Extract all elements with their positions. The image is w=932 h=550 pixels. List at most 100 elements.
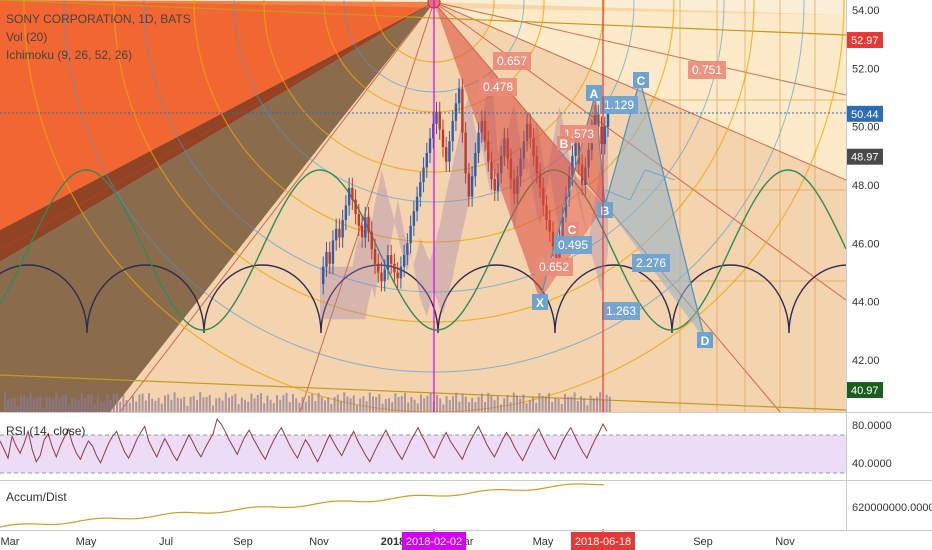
candle-body	[347, 187, 351, 206]
volume-bar	[580, 396, 582, 412]
volume-bar	[196, 399, 198, 412]
volume-bar	[311, 393, 314, 412]
volume-bar	[535, 402, 538, 412]
volume-bar	[36, 397, 38, 412]
volume-bar	[276, 395, 278, 412]
volume-legend[interactable]: Vol (20)	[6, 30, 47, 44]
volume-bar	[55, 392, 58, 412]
candle-body	[606, 113, 610, 127]
fib-label-1129: 1.129	[604, 98, 634, 112]
volume-bar	[77, 399, 80, 412]
volume-bar	[205, 396, 208, 412]
volume-bar	[352, 395, 355, 412]
volume-bar	[573, 392, 576, 412]
ichimoku-legend[interactable]: Ichimoku (9, 26, 52, 26)	[6, 48, 132, 62]
candle-body	[409, 225, 412, 244]
fib-label-0478: 0.478	[483, 80, 513, 94]
candle-body	[325, 252, 328, 267]
volume-bar	[68, 405, 70, 412]
candle-body	[354, 199, 357, 215]
candle-body	[415, 196, 419, 212]
price-tick: 48.00	[852, 180, 880, 192]
volume-bar	[557, 398, 560, 412]
candle-body	[322, 266, 325, 285]
volume-bar	[362, 396, 365, 412]
volume-bar	[455, 392, 458, 412]
volume-bar	[20, 395, 22, 412]
volume-bar	[528, 400, 531, 412]
volume-bar	[426, 395, 429, 412]
volume-bar	[333, 396, 336, 412]
volume-bar	[452, 396, 454, 412]
main-price-pane[interactable]: 0.657 0.751 0.478 1.129 1.573 0.495 0.65…	[0, 0, 906, 412]
accum-dist-legend[interactable]: Accum/Dist	[6, 490, 67, 504]
volume-bar	[407, 402, 410, 412]
volume-bar	[199, 392, 202, 412]
time-label: Sep	[233, 536, 253, 548]
volume-bar	[39, 396, 42, 412]
volume-bar	[45, 397, 48, 412]
candle-body	[402, 255, 406, 267]
volume-bar	[74, 399, 77, 412]
candle-body	[393, 263, 396, 273]
volume-bar	[90, 393, 93, 412]
candle-body	[331, 240, 335, 264]
volume-bar	[381, 403, 384, 412]
candle-body	[445, 147, 448, 162]
volume-bar	[461, 393, 464, 412]
volume-bar	[429, 392, 432, 412]
volume-bar	[416, 403, 419, 412]
candle-body	[470, 176, 474, 197]
volume-bar	[327, 397, 330, 412]
volume-bar	[477, 397, 480, 412]
candle-body	[380, 272, 383, 282]
volume-bar	[368, 392, 371, 412]
volume-bar	[272, 403, 275, 412]
price-badge: 50.44	[851, 109, 879, 121]
volume-bar	[468, 402, 470, 412]
volume-bar	[221, 400, 224, 412]
candle-body	[600, 126, 603, 145]
candle-body	[425, 152, 428, 168]
volume-bar	[605, 394, 608, 412]
time-marker-1: 2018-02-02	[406, 536, 462, 548]
volume-bar	[167, 394, 170, 412]
time-label: Sep	[693, 536, 713, 548]
volume-bar	[346, 396, 349, 412]
rsi-pane[interactable]	[0, 413, 846, 480]
price-axis-badges: 52.97 50.44 48.97 40.97	[847, 32, 883, 399]
volume-bar	[538, 393, 541, 412]
volume-bar	[372, 396, 374, 412]
volume-bar	[29, 392, 32, 412]
price-badge: 52.97	[851, 35, 879, 47]
volume-bar	[244, 399, 246, 412]
price-tick: 42.00	[852, 355, 880, 367]
volume-bar	[608, 396, 611, 412]
volume-bar	[84, 398, 86, 412]
volume-bar	[141, 393, 144, 412]
volume-bar	[125, 400, 128, 412]
chart-title: SONY CORPORATION, 1D, BATS	[6, 12, 191, 26]
volume-bar	[7, 399, 10, 412]
volume-bar	[144, 400, 147, 412]
accum-dist-pane[interactable]	[0, 481, 846, 529]
volume-bar	[458, 401, 461, 412]
candle-body	[360, 225, 364, 238]
volume-bar	[564, 394, 566, 412]
volume-bar	[16, 405, 19, 412]
rsi-legend[interactable]: RSI (14, close)	[6, 424, 85, 438]
chart-canvas[interactable]: 0.657 0.751 0.478 1.129 1.573 0.495 0.65…	[0, 0, 932, 550]
volume-bar	[4, 392, 6, 412]
volume-bar	[589, 395, 592, 412]
volume-bar	[583, 398, 586, 412]
time-label: Jul	[159, 536, 173, 548]
volume-bar	[154, 400, 157, 412]
volume-bar	[400, 396, 403, 412]
volume-bar	[87, 394, 90, 412]
volume-bar	[151, 398, 154, 412]
volume-bar	[445, 396, 448, 412]
candle-body	[422, 167, 425, 183]
candle-body	[419, 182, 422, 197]
candle-body	[451, 120, 454, 142]
candle-body	[341, 220, 344, 238]
